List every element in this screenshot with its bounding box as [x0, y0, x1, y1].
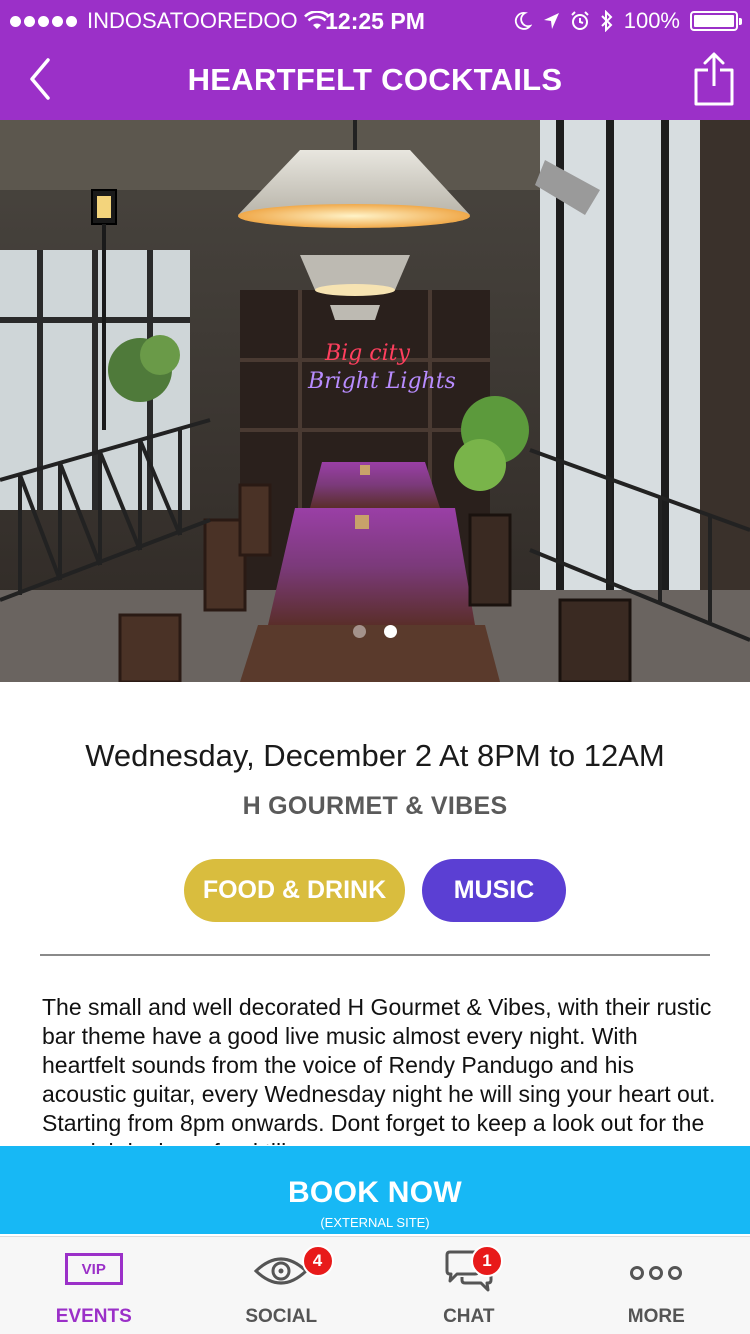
more-dots-icon — [630, 1266, 683, 1280]
carousel-dot[interactable] — [384, 625, 397, 638]
tab-chat[interactable]: 1 CHAT — [375, 1237, 563, 1334]
divider — [40, 954, 710, 956]
event-datetime: Wednesday, December 2 At 8PM to 12AM — [85, 738, 665, 773]
event-description: The small and well decorated H Gourmet &… — [42, 994, 716, 1145]
event-photo-carousel[interactable]: Big city Bright Lights — [0, 120, 750, 682]
back-button[interactable] — [22, 54, 66, 104]
book-now-button[interactable]: BOOK NOW (EXTERNAL SITE) — [0, 1146, 750, 1234]
tag-food-and-drink[interactable]: FOOD & DRINK — [184, 859, 405, 922]
alarm-clock-icon — [571, 11, 589, 30]
share-button[interactable] — [692, 50, 736, 108]
location-arrow-icon — [543, 13, 559, 29]
vip-icon: VIP — [64, 1253, 123, 1285]
tab-events[interactable]: VIP EVENTS — [0, 1237, 188, 1334]
event-venue: H GOURMET & VIBES — [242, 792, 508, 820]
carousel-dot[interactable] — [353, 625, 366, 638]
neon-sign-line-2: Bright Lights — [307, 369, 456, 394]
battery-icon — [690, 11, 742, 31]
chat-notification-badge: 1 — [471, 1245, 503, 1277]
chevron-left-icon — [30, 58, 50, 100]
moon-icon — [514, 12, 532, 30]
book-now-label: BOOK NOW — [287, 1176, 463, 1209]
tab-social-label: SOCIAL — [245, 1306, 318, 1327]
bluetooth-icon — [601, 10, 613, 32]
eye-icon — [254, 1257, 309, 1285]
app-header: INDOSATOOREDOO 12:25 PM 100% HEARTFELT C… — [0, 0, 750, 120]
tab-chat-label: CHAT — [443, 1306, 495, 1327]
battery-percent: 100% — [623, 8, 680, 33]
carousel-indicator — [0, 625, 750, 638]
page-title: HEARTFELT COCKTAILS — [187, 62, 563, 97]
tab-social[interactable]: 4 SOCIAL — [188, 1237, 376, 1334]
status-bar: INDOSATOOREDOO 12:25 PM 100% — [0, 0, 750, 40]
nav-bar: HEARTFELT COCKTAILS — [0, 40, 750, 120]
book-now-sublabel: (EXTERNAL SITE) — [320, 1215, 430, 1230]
share-icon — [694, 52, 734, 106]
bottom-tab-bar: VIP EVENTS 4 SOCIAL 1 CHAT MORE — [0, 1236, 750, 1334]
neon-sign-line-1: Big city — [324, 341, 410, 366]
tab-more-label: MORE — [627, 1306, 685, 1327]
bar-interior-photo: Big city Bright Lights — [0, 120, 750, 682]
tab-more[interactable]: MORE — [563, 1237, 750, 1334]
tag-music[interactable]: MUSIC — [422, 859, 566, 922]
social-notification-badge: 4 — [301, 1245, 334, 1277]
tab-events-label: EVENTS — [55, 1306, 132, 1327]
